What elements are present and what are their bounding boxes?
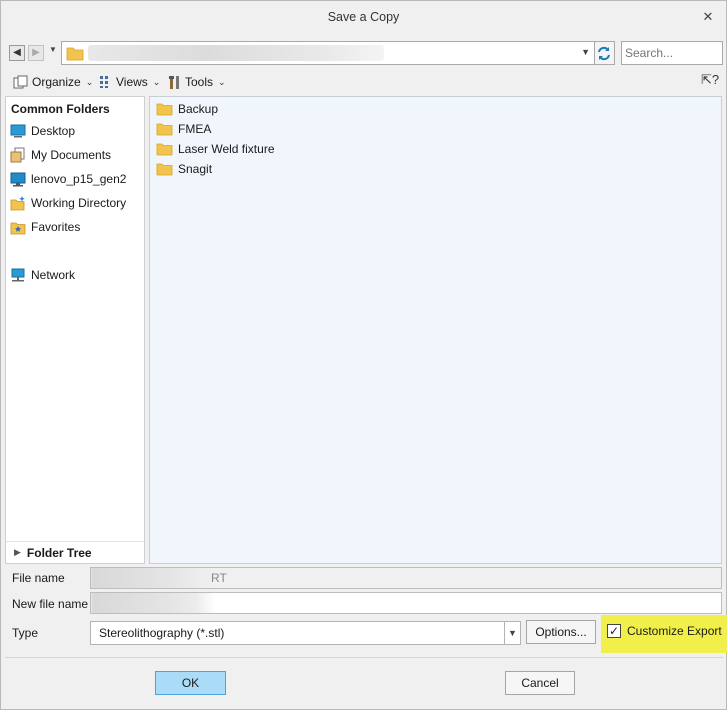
sidebar-item-label: Working Directory bbox=[31, 196, 127, 210]
chevron-down-icon[interactable]: ▼ bbox=[504, 622, 520, 644]
close-icon[interactable]: ✕ bbox=[698, 7, 718, 27]
sidebar-item-label: Network bbox=[31, 268, 76, 282]
options-button[interactable]: Options... bbox=[526, 620, 596, 644]
file-name: Snagit bbox=[178, 162, 213, 176]
favorites-icon bbox=[10, 222, 26, 235]
folder-icon bbox=[156, 163, 173, 176]
list-item[interactable]: Snagit bbox=[156, 159, 212, 179]
file-list[interactable]: Backup FMEA Laser Weld fixture Snagit bbox=[149, 96, 722, 564]
views-icon bbox=[100, 76, 108, 88]
address-dropdown-icon[interactable]: ▼ bbox=[581, 47, 590, 57]
computer-icon bbox=[10, 172, 26, 187]
organize-label: Organize bbox=[32, 75, 81, 89]
tools-icon bbox=[169, 75, 179, 89]
tools-label: Tools bbox=[185, 75, 214, 89]
search-input[interactable] bbox=[621, 41, 723, 65]
network-icon bbox=[11, 268, 25, 282]
cancel-button[interactable]: Cancel bbox=[505, 671, 575, 695]
common-folders-heading: Common Folders bbox=[11, 102, 110, 116]
file-name: FMEA bbox=[178, 122, 212, 136]
refresh-icon[interactable] bbox=[595, 41, 615, 65]
views-label: Views bbox=[116, 75, 148, 89]
customize-export-label[interactable]: Customize Export bbox=[627, 624, 722, 638]
sidebar-item-label: Desktop bbox=[31, 124, 76, 138]
sidebar-item-label: lenovo_p15_gen2 bbox=[31, 172, 127, 186]
file-name-label: File name bbox=[12, 571, 65, 585]
file-name-redacted bbox=[91, 568, 215, 588]
sidebar-item-network[interactable]: Network bbox=[10, 265, 75, 285]
file-name-value-tail: RT bbox=[211, 571, 227, 585]
expand-arrow-icon: ▶ bbox=[14, 547, 21, 557]
sidebar-item-favorites[interactable]: Favorites bbox=[10, 217, 80, 237]
customize-export-checkbox[interactable]: ✓ bbox=[607, 624, 621, 638]
chevron-down-icon: ⌄ bbox=[152, 77, 161, 87]
common-folders-pane: Common Folders Desktop My Documents leno… bbox=[5, 96, 145, 564]
desktop-icon bbox=[10, 124, 26, 138]
forward-icon[interactable]: ▶ bbox=[28, 45, 44, 61]
file-name: Backup bbox=[178, 102, 219, 116]
new-file-name-field[interactable] bbox=[90, 592, 722, 614]
folder-icon bbox=[66, 46, 84, 64]
context-help-icon[interactable]: ⇱? bbox=[701, 72, 719, 88]
window-title: Save a Copy bbox=[327, 10, 400, 24]
file-name-field: RT bbox=[90, 567, 722, 589]
list-item[interactable]: Backup bbox=[156, 99, 218, 119]
address-bar[interactable]: ▼ bbox=[61, 41, 595, 65]
type-select[interactable]: Stereolithography (*.stl) ▼ bbox=[90, 621, 521, 645]
sidebar-item-desktop[interactable]: Desktop bbox=[10, 121, 75, 141]
sidebar-item-working-directory[interactable]: Working Directory bbox=[10, 193, 126, 213]
save-a-copy-dialog: Save a Copy ✕ ◀ ▶ ▼ ▼ Organize ⌄ Views ⌄… bbox=[0, 0, 727, 710]
folder-icon bbox=[156, 103, 173, 116]
documents-icon bbox=[10, 147, 25, 163]
chevron-down-icon: ⌄ bbox=[218, 77, 226, 87]
type-label: Type bbox=[12, 626, 39, 640]
address-path-redacted bbox=[88, 45, 384, 61]
organize-icon bbox=[13, 75, 28, 89]
list-item[interactable]: FMEA bbox=[156, 119, 211, 139]
type-value: Stereolithography (*.stl) bbox=[99, 626, 225, 640]
organize-menu[interactable]: Organize ⌄ bbox=[13, 73, 93, 91]
new-file-name-label: New file name bbox=[12, 597, 89, 611]
sidebar-item-lenovo-p15-gen2[interactable]: lenovo_p15_gen2 bbox=[10, 169, 126, 189]
folder-tree-label: Folder Tree bbox=[26, 545, 92, 560]
file-name: Laser Weld fixture bbox=[178, 142, 275, 156]
folder-icon bbox=[156, 143, 173, 156]
ok-button[interactable]: OK bbox=[155, 671, 226, 695]
tools-menu[interactable]: Tools ⌄ bbox=[168, 73, 226, 91]
sidebar-item-label: Favorites bbox=[31, 220, 81, 234]
views-menu[interactable]: Views ⌄ bbox=[99, 73, 160, 91]
folder-icon bbox=[156, 123, 173, 136]
chevron-down-icon: ⌄ bbox=[85, 77, 94, 87]
folder-tree-toggle[interactable]: ▶ Folder Tree bbox=[6, 541, 144, 563]
list-item[interactable]: Laser Weld fixture bbox=[156, 139, 275, 159]
back-icon[interactable]: ◀ bbox=[9, 45, 25, 61]
sidebar-item-label: My Documents bbox=[31, 148, 112, 162]
history-dropdown-icon[interactable]: ▼ bbox=[49, 45, 57, 54]
sidebar-item-my-documents[interactable]: My Documents bbox=[10, 145, 111, 165]
new-file-name-redacted bbox=[91, 593, 215, 613]
working-directory-icon bbox=[10, 196, 25, 211]
divider bbox=[5, 657, 723, 658]
